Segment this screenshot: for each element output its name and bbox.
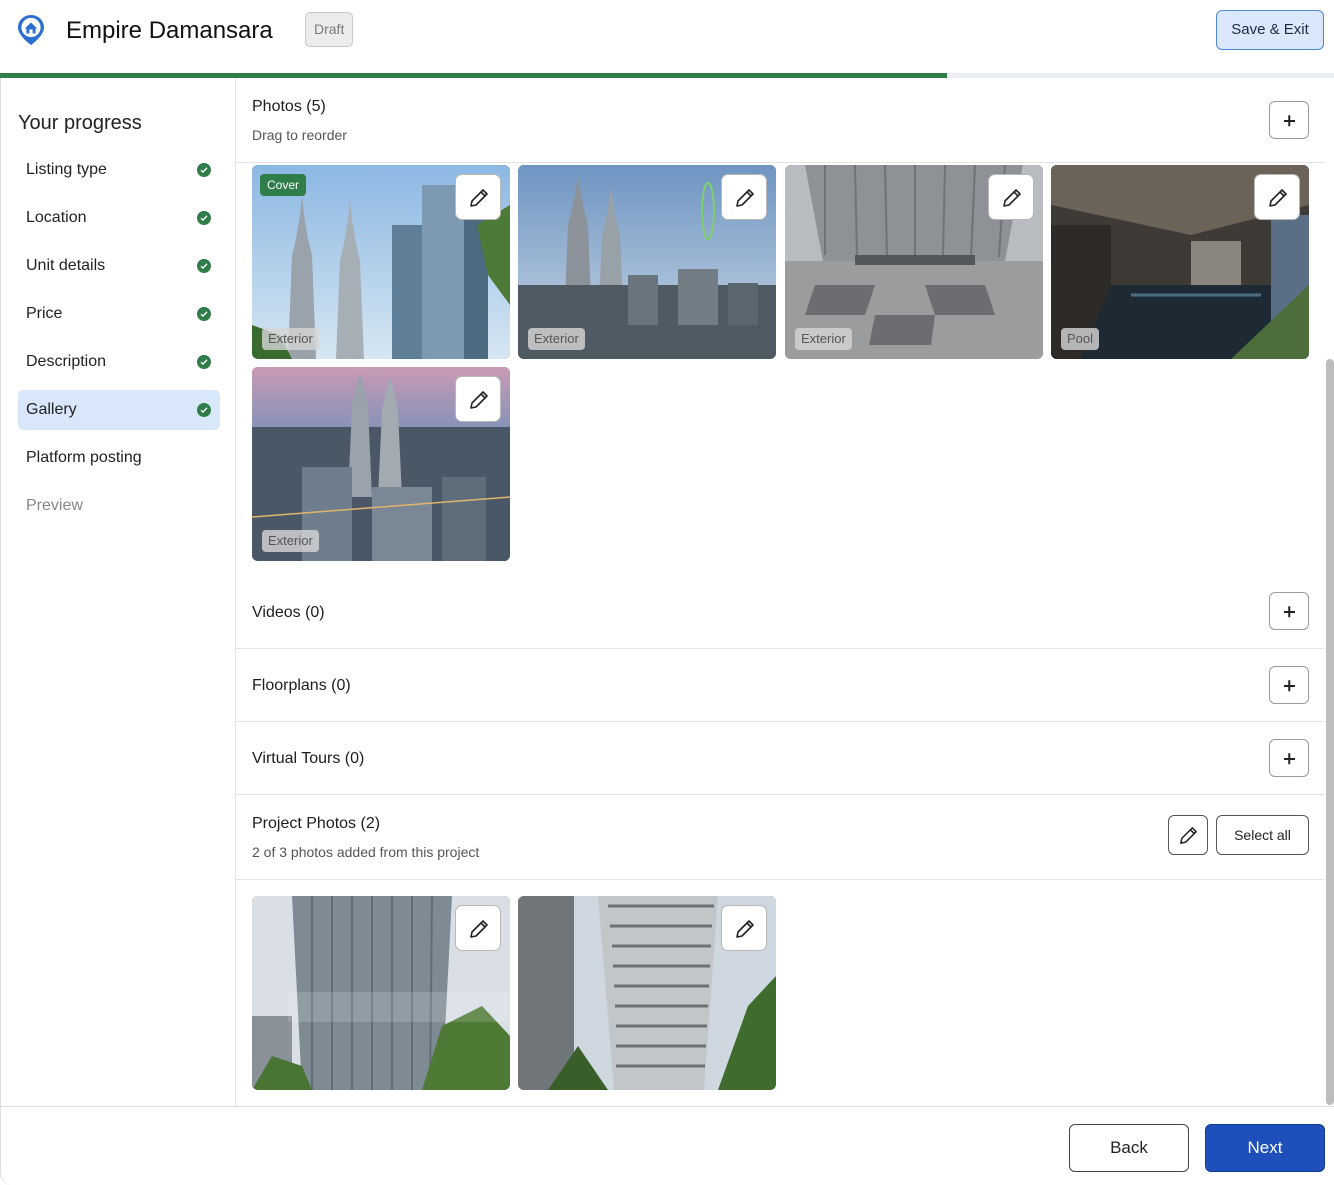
- floorplans-title: Floorplans (0): [252, 677, 351, 694]
- sidebar-item-label: Unit details: [26, 257, 106, 274]
- pencil-icon: [470, 189, 488, 207]
- photo-card[interactable]: Cover Exterior: [252, 165, 510, 359]
- photo-category-tag: Exterior: [528, 328, 585, 350]
- photo-category-tag: Exterior: [262, 530, 319, 552]
- sidebar-item-platform-posting[interactable]: Platform posting: [18, 438, 220, 478]
- videos-title: Videos (0): [252, 604, 325, 621]
- edit-project-photo-button[interactable]: [721, 905, 767, 951]
- project-photos-subtitle: 2 of 3 photos added from this project: [252, 844, 480, 860]
- photo-card[interactable]: Exterior: [252, 367, 510, 561]
- photos-subtitle: Drag to reorder: [252, 127, 347, 143]
- progress-sidebar: Your progress Listing type Location Unit…: [0, 78, 236, 1106]
- pencil-icon: [1180, 827, 1197, 844]
- cover-badge: Cover: [260, 174, 307, 196]
- sidebar-item-label: Location: [26, 209, 87, 226]
- footer-bar: Back Next: [0, 1106, 1334, 1185]
- sidebar-item-location[interactable]: Location: [18, 198, 220, 238]
- edit-photo-button[interactable]: [721, 174, 767, 220]
- sidebar-item-label: Gallery: [26, 401, 77, 418]
- virtual-tours-section: Virtual Tours (0): [236, 722, 1325, 795]
- sidebar-item-unit-details[interactable]: Unit details: [18, 246, 220, 286]
- edit-project-photos-button[interactable]: [1168, 815, 1208, 855]
- gallery-main: Photos (5) Drag to reorder Cover Exterio…: [236, 78, 1325, 1106]
- project-photos-section-header: Project Photos (2) 2 of 3 photos added f…: [236, 795, 1325, 880]
- next-button[interactable]: Next: [1205, 1124, 1325, 1172]
- edit-project-photo-button[interactable]: [455, 905, 501, 951]
- photo-card[interactable]: Pool: [1051, 165, 1309, 359]
- check-circle-icon: [197, 259, 211, 273]
- photo-category-tag: Exterior: [262, 328, 319, 350]
- check-circle-icon: [197, 307, 211, 321]
- top-header: Empire Damansara Draft Save & Exit: [0, 0, 1334, 74]
- photos-section-header: Photos (5) Drag to reorder: [236, 78, 1325, 163]
- photo-category-tag: Exterior: [795, 328, 852, 350]
- sidebar-item-description[interactable]: Description: [18, 342, 220, 382]
- sidebar-item-label: Price: [26, 305, 63, 322]
- edit-photo-button[interactable]: [988, 174, 1034, 220]
- sidebar-title: Your progress: [18, 112, 142, 134]
- pencil-icon: [736, 920, 754, 938]
- virtual-tours-title: Virtual Tours (0): [252, 750, 365, 767]
- add-virtual-tour-button[interactable]: [1269, 739, 1309, 777]
- status-badge: Draft: [305, 12, 354, 47]
- pencil-icon: [1003, 189, 1021, 207]
- check-circle-icon: [197, 163, 211, 177]
- photos-title: Photos (5): [252, 98, 326, 115]
- add-video-button[interactable]: [1269, 592, 1309, 630]
- floorplans-section: Floorplans (0): [236, 649, 1325, 722]
- check-circle-icon: [197, 355, 211, 369]
- sidebar-item-gallery[interactable]: Gallery: [18, 390, 220, 430]
- home-location-pin-icon: [18, 15, 44, 45]
- sidebar-item-label: Listing type: [26, 161, 107, 178]
- sidebar-item-label: Platform posting: [26, 449, 142, 466]
- pencil-icon: [470, 920, 488, 938]
- sidebar-item-preview: Preview: [18, 486, 220, 526]
- add-photo-button[interactable]: [1269, 101, 1309, 139]
- sidebar-item-price[interactable]: Price: [18, 294, 220, 334]
- pencil-icon: [1269, 189, 1287, 207]
- sidebar-item-listing-type[interactable]: Listing type: [18, 150, 220, 190]
- project-photo-card[interactable]: [252, 896, 510, 1090]
- project-photo-card[interactable]: [518, 896, 776, 1090]
- save-exit-button[interactable]: Save & Exit: [1216, 10, 1324, 50]
- photo-card[interactable]: Exterior: [785, 165, 1043, 359]
- edit-photo-button[interactable]: [455, 174, 501, 220]
- project-photos-title: Project Photos (2): [252, 815, 381, 832]
- edit-photo-button[interactable]: [455, 376, 501, 422]
- back-button[interactable]: Back: [1069, 1124, 1189, 1172]
- photo-card[interactable]: Exterior: [518, 165, 776, 359]
- sidebar-nav: Listing type Location Unit details Price…: [18, 150, 220, 534]
- pencil-icon: [736, 189, 754, 207]
- sidebar-item-label: Preview: [26, 497, 83, 514]
- add-floorplan-button[interactable]: [1269, 666, 1309, 704]
- edit-photo-button[interactable]: [1254, 174, 1300, 220]
- check-circle-icon: [197, 403, 211, 417]
- sidebar-item-label: Description: [26, 353, 107, 370]
- select-all-button[interactable]: Select all: [1216, 815, 1309, 855]
- photo-category-tag: Pool: [1061, 328, 1100, 350]
- videos-section: Videos (0): [236, 575, 1325, 649]
- pencil-icon: [470, 391, 488, 409]
- page-scrollbar[interactable]: [1326, 359, 1334, 1105]
- page-title: Empire Damansara: [66, 17, 273, 44]
- check-circle-icon: [197, 211, 211, 225]
